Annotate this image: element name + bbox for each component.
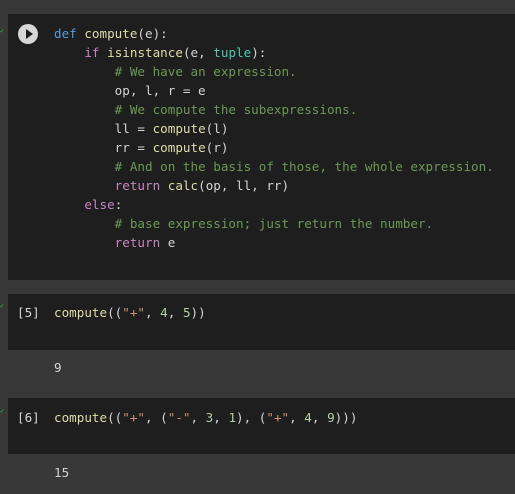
code-token: ,: [167, 305, 183, 320]
code-line: else:: [54, 195, 494, 214]
run-status-check-icon: ✓: [0, 302, 5, 310]
code-token: # We compute the subexpressions.: [114, 102, 358, 117]
code-token: "+": [122, 410, 145, 425]
code-token: compute: [152, 121, 206, 136]
code-line: ll = compute(l): [54, 119, 494, 138]
code-editor-cell-3[interactable]: compute(("+", ("-", 3, 1), ("+", 4, 9))): [54, 408, 357, 427]
code-token: ,: [145, 305, 161, 320]
code-line: compute(("+", ("-", 3, 1), ("+", 4, 9))): [54, 408, 357, 427]
code-token: # base expression; just return the numbe…: [114, 216, 434, 231]
code-token: return: [114, 235, 161, 250]
code-token: 4: [160, 305, 168, 320]
code-token: ((: [107, 305, 123, 320]
cell-output: 15: [54, 465, 70, 480]
code-token: 1: [228, 410, 237, 425]
run-status-check-icon: ✓: [0, 407, 5, 415]
code-token: , (: [145, 410, 168, 425]
code-token: ,: [311, 410, 328, 425]
code-line: op, l, r = e: [54, 81, 494, 100]
code-token: (e,: [182, 45, 214, 60]
code-token: ,: [190, 410, 206, 425]
code-token: ll =: [54, 121, 153, 136]
code-line: # We have an expression.: [54, 62, 494, 81]
code-token: )): [190, 305, 206, 320]
code-token: ))): [334, 410, 358, 425]
code-token: compute: [54, 410, 108, 425]
code-line: # We compute the subexpressions.: [54, 100, 494, 119]
code-token: 5: [182, 305, 191, 320]
code-token: return: [114, 178, 161, 193]
code-token: (op, ll, rr): [198, 178, 290, 193]
code-editor-cell-1[interactable]: def compute(e): if isinstance(e, tuple):…: [54, 24, 494, 252]
code-token: compute: [54, 305, 108, 320]
code-token: tuple: [213, 45, 252, 60]
code-editor-cell-2[interactable]: compute(("+", 4, 5)): [54, 303, 206, 322]
execution-count: [6]: [17, 410, 40, 425]
code-token: def: [54, 26, 77, 41]
code-token: e: [160, 235, 176, 250]
code-line: if isinstance(e, tuple):: [54, 43, 494, 62]
code-token: "+": [122, 305, 145, 320]
play-icon: [25, 29, 33, 39]
code-token: ,: [289, 410, 305, 425]
code-line: def compute(e):: [54, 24, 494, 43]
output-area-cell-2: [8, 350, 515, 398]
run-cell-button[interactable]: [18, 24, 38, 44]
code-token: ):: [251, 45, 267, 60]
code-token: if: [84, 45, 100, 60]
code-line: return e: [54, 233, 494, 252]
code-token: "-": [167, 410, 191, 425]
code-token: compute: [84, 26, 138, 41]
execution-count: [5]: [17, 305, 40, 320]
code-token: rr =: [54, 140, 153, 155]
code-token: 4: [304, 410, 312, 425]
code-token: (e):: [137, 26, 168, 41]
run-status-check-icon: ✓: [0, 27, 5, 35]
code-token: compute: [152, 140, 206, 155]
code-token: op, l, r = e: [54, 83, 206, 98]
code-line: # base expression; just return the numbe…: [54, 214, 494, 233]
code-token: (l): [205, 121, 229, 136]
code-token: :: [114, 197, 123, 212]
code-token: else: [84, 197, 115, 212]
code-token: 9: [327, 410, 335, 425]
code-line: compute(("+", 4, 5)): [54, 303, 206, 322]
code-token: (r): [205, 140, 229, 155]
code-token: "+": [266, 410, 290, 425]
code-line: # And on the basis of those, the whole e…: [54, 157, 494, 176]
code-line: rr = compute(r): [54, 138, 494, 157]
code-token: # And on the basis of those, the whole e…: [114, 159, 494, 174]
code-token: ), (: [236, 410, 267, 425]
code-token: isinstance: [107, 45, 183, 60]
code-token: ((: [107, 410, 123, 425]
code-token: ,: [213, 410, 229, 425]
code-token: calc: [167, 178, 199, 193]
code-token: # We have an expression.: [114, 64, 297, 79]
code-line: return calc(op, ll, rr): [54, 176, 494, 195]
cell-output: 9: [54, 360, 62, 375]
